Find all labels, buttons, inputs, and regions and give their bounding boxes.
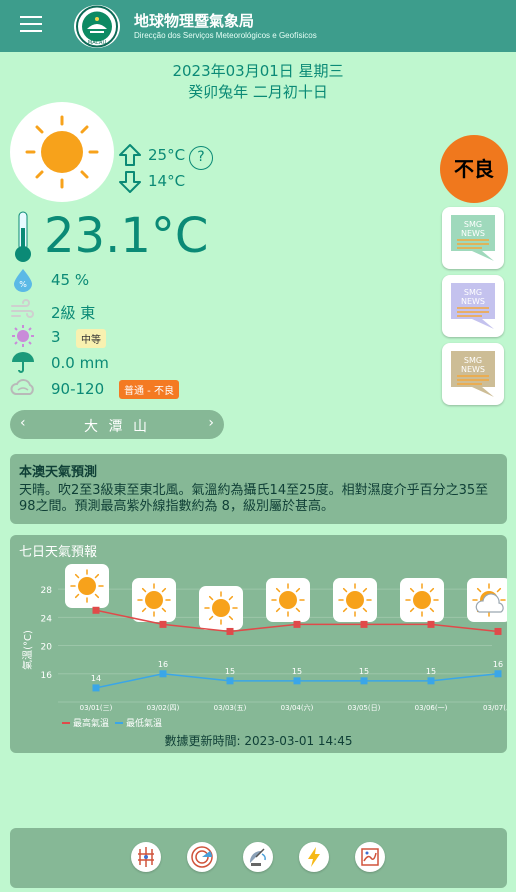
app-subtitle: Direcção dos Serviços Meteorológicos e G… (134, 31, 317, 40)
air-quality-value: 90-120 (51, 380, 105, 398)
sunny-icon (145, 591, 163, 609)
data-point (427, 620, 435, 628)
lunar-date: 癸卯兔年 二月初十日 (188, 83, 328, 101)
high-temperature: 25°C (148, 146, 186, 164)
smg-news-button-purple[interactable]: SMG NEWS (442, 275, 504, 337)
x-tick-label: 03/03(五) (214, 704, 247, 712)
update-time: 數據更新時間: 2023-03-01 14:45 (164, 734, 353, 748)
x-tick-label: 03/02(四) (147, 704, 180, 712)
x-tick-label: 03/01(三) (80, 704, 113, 712)
sunny-icon (78, 577, 96, 595)
station-selector[interactable]: ‹ 大 潭 山 › (10, 410, 224, 439)
data-point (226, 627, 234, 635)
svg-text:%: % (19, 280, 27, 289)
gregorian-date: 2023年03月01日 星期三 (172, 62, 344, 80)
x-tick-label: 03/07(二 (483, 704, 507, 712)
data-label: 15 (426, 667, 436, 676)
data-point (494, 670, 502, 678)
help-button[interactable]: ? (189, 146, 213, 170)
seven-day-temperature-chart: 16 20 24 28 氣溫(°C) 14 16 15 15 15 15 16 03/01(三) 03/0… (21, 564, 507, 729)
sunny-icon (413, 591, 431, 609)
data-point (92, 606, 100, 614)
local-forecast-card: 本澳天氣預測 天晴。吹2至3級東至東北風。氣溫約為攝氏14至25度。相對濕度介乎… (10, 454, 507, 524)
data-point (92, 684, 100, 692)
smg-news-button-tan[interactable]: SMG NEWS (442, 343, 504, 405)
svg-text:SMG: SMG (464, 288, 482, 297)
air-quality-button[interactable]: 不良 (440, 135, 508, 203)
station-name: 大 潭 山 (84, 419, 150, 435)
data-label: 15 (359, 667, 369, 676)
top-app-bar: MACAU 地球物理暨氣象局 Direcção dos Serviços Met… (0, 0, 516, 52)
umbrella-icon (10, 350, 36, 374)
lightning-icon[interactable] (299, 842, 329, 872)
y-tick-label: 16 (41, 671, 53, 681)
air-quality-cloud-icon (10, 376, 36, 400)
uv-sun-icon (10, 324, 36, 348)
rainfall-value: 0.0 mm (51, 354, 109, 372)
next-station-button[interactable]: › (208, 415, 214, 431)
sunny-icon (279, 591, 297, 609)
data-point (159, 620, 167, 628)
x-tick-label: 03/05(日) (348, 704, 381, 712)
svg-text:NEWS: NEWS (461, 365, 485, 374)
y-tick-label: 20 (41, 643, 53, 653)
current-temperature: 23.1°C (44, 208, 209, 264)
data-point (293, 677, 301, 685)
satellite-icon[interactable] (243, 842, 273, 872)
sunny-icon (346, 591, 364, 609)
data-label: 15 (225, 667, 235, 676)
menu-icon[interactable] (20, 16, 42, 34)
weather-map-icon[interactable] (355, 842, 385, 872)
uv-level-badge: 中等 (76, 329, 106, 348)
low-temperature: 14°C (148, 172, 186, 190)
wind-value: 2級 東 (51, 304, 96, 322)
data-label: 16 (493, 660, 503, 669)
app-title: 地球物理暨氣象局 (134, 12, 255, 30)
air-quality-level-badge: 普通 - 不良 (119, 380, 179, 399)
data-point (494, 627, 502, 635)
radar-scope-icon[interactable] (187, 842, 217, 872)
legend-label: 最低氣溫 (126, 717, 162, 729)
low-temp-arrow-icon (118, 170, 142, 194)
svg-text:SMG: SMG (464, 356, 482, 365)
humidity-value: 45 % (51, 271, 90, 289)
data-point (360, 677, 368, 685)
data-label: 14 (91, 674, 101, 683)
data-label: 15 (292, 667, 302, 676)
forecast-title: 本澳天氣預測 (19, 465, 98, 480)
sunny-icon (10, 102, 114, 202)
svg-text:MACAU: MACAU (88, 40, 107, 46)
x-tick-label: 03/06(一) (415, 704, 448, 712)
svg-text:SMG: SMG (464, 220, 482, 229)
sunny-icon (212, 599, 230, 617)
data-label: 16 (158, 660, 168, 669)
svg-text:NEWS: NEWS (461, 297, 485, 306)
legend-label: 最高氣溫 (73, 717, 109, 729)
bottom-toolbar (10, 828, 507, 888)
radar-grid-icon[interactable] (131, 842, 161, 872)
y-tick-label: 24 (41, 614, 53, 624)
humidity-icon: % (10, 268, 36, 292)
y-axis-label: 氣溫(°C) (21, 630, 34, 670)
data-point (360, 620, 368, 628)
x-tick-label: 03/04(六) (281, 703, 314, 712)
svg-text:NEWS: NEWS (461, 229, 485, 238)
uv-index-value: 3 (51, 328, 61, 346)
seven-day-forecast-card: 七日天氣預報 16 20 24 28 氣溫(°C) 14 16 15 15 15 15 16 03/01… (10, 535, 507, 753)
data-point (226, 677, 234, 685)
smg-logo: MACAU (74, 5, 120, 48)
wind-icon (10, 298, 36, 322)
high-temp-arrow-icon (118, 143, 142, 167)
data-point (293, 620, 301, 628)
smg-news-button-green[interactable]: SMG NEWS (442, 207, 504, 269)
y-tick-label: 28 (41, 586, 53, 596)
thermometer-icon (12, 210, 34, 264)
forecast-text: 天晴。吹2至3級東至東北風。氣溫約為攝氏14至25度。相對濕度介乎百分之35至9… (19, 483, 489, 514)
data-point (427, 677, 435, 685)
data-point (159, 670, 167, 678)
